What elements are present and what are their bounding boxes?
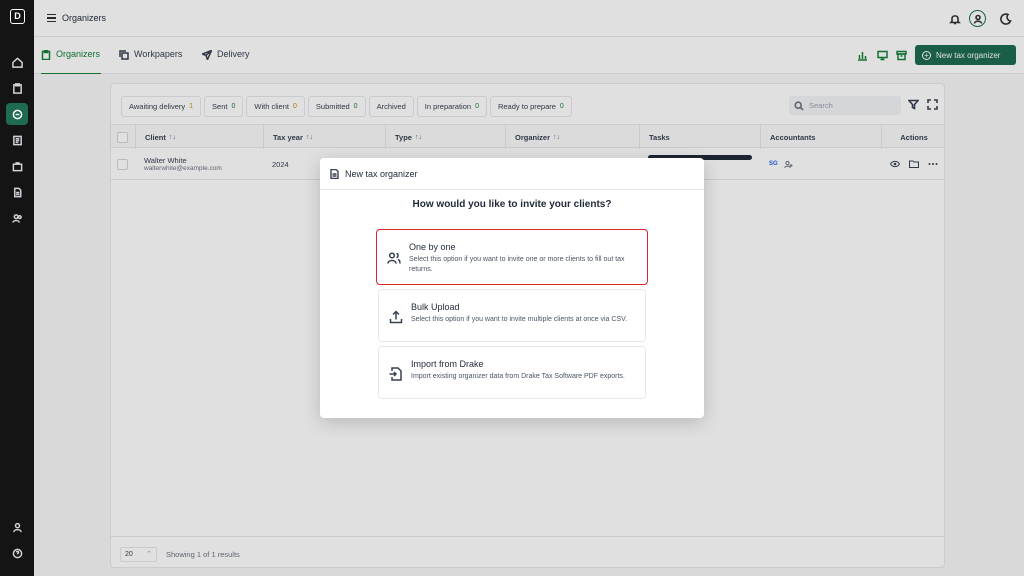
- app-logo[interactable]: D: [10, 9, 25, 24]
- option-bulk-upload[interactable]: Bulk Upload Select this option if you wa…: [378, 289, 646, 342]
- option-title: One by one: [409, 242, 456, 252]
- document-icon: [330, 168, 339, 179]
- modal-title: New tax organizer: [345, 168, 418, 179]
- option-description: Select this option if you want to invite…: [411, 316, 628, 323]
- option-description: Import existing organizer data from Drak…: [411, 373, 625, 380]
- team-nav-icon[interactable]: [6, 207, 28, 229]
- modal-header: New tax organizer: [320, 158, 704, 190]
- new-tax-organizer-modal: New tax organizer How would you like to …: [320, 158, 704, 418]
- clipboard-nav-icon[interactable]: [6, 77, 28, 99]
- left-rail: D: [0, 0, 34, 576]
- option-description: Select this option if you want to invite…: [409, 256, 625, 273]
- home-icon[interactable]: [6, 51, 28, 73]
- users-icon: [387, 251, 401, 265]
- upload-icon: [389, 310, 403, 324]
- document-nav-icon[interactable]: [6, 129, 28, 151]
- profile-icon[interactable]: [6, 516, 28, 538]
- option-import-from-drake[interactable]: Import from Drake Import existing organi…: [378, 346, 646, 399]
- file-import-icon: [389, 367, 403, 381]
- option-title: Import from Drake: [411, 359, 484, 369]
- organizers-nav-icon[interactable]: [6, 103, 28, 125]
- file-nav-icon[interactable]: [6, 181, 28, 203]
- option-one-by-one[interactable]: One by one Select this option if you wan…: [376, 229, 648, 285]
- help-icon[interactable]: [6, 542, 28, 564]
- briefcase-nav-icon[interactable]: [6, 155, 28, 177]
- option-title: Bulk Upload: [411, 302, 460, 312]
- modal-question: How would you like to invite your client…: [412, 199, 612, 210]
